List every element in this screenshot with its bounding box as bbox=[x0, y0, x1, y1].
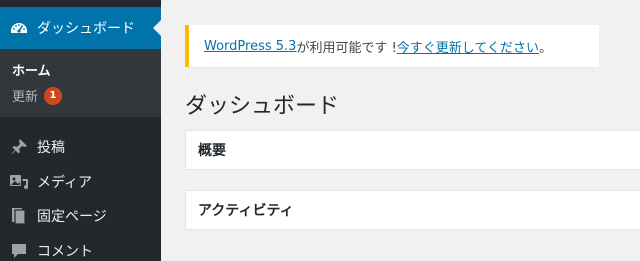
sidebar-item-label: ダッシュボード bbox=[37, 21, 135, 37]
media-icon bbox=[9, 172, 29, 192]
update-now-link[interactable]: 今すぐ更新してください bbox=[397, 37, 539, 56]
pushpin-icon bbox=[9, 137, 29, 157]
sidebar-item-posts[interactable]: 投稿 bbox=[0, 130, 161, 164]
dashboard-gauge-icon bbox=[9, 18, 29, 38]
admin-sidebar: ダッシュボード ホーム 更新 1 投稿 メディア 固定ページ コメント bbox=[0, 0, 161, 261]
notice-text: が利用可能です ! bbox=[296, 40, 397, 56]
submenu-item-updates[interactable]: 更新 1 bbox=[12, 86, 63, 105]
notice-end: 。 bbox=[539, 40, 553, 56]
dashboard-submenu: ホーム 更新 1 bbox=[0, 49, 161, 117]
wordpress-version-link[interactable]: WordPress 5.3 bbox=[204, 39, 296, 54]
widget-title: アクティビティ bbox=[198, 203, 294, 219]
sidebar-item-label: コメント bbox=[37, 244, 93, 260]
overview-widget[interactable]: 概要 bbox=[185, 130, 640, 170]
comment-icon bbox=[9, 241, 29, 261]
widget-title: 概要 bbox=[198, 143, 226, 159]
sidebar-item-pages[interactable]: 固定ページ bbox=[0, 199, 161, 233]
submenu-item-home[interactable]: ホーム bbox=[12, 60, 51, 79]
pages-icon bbox=[9, 206, 29, 226]
sidebar-item-comments[interactable]: コメント bbox=[0, 234, 161, 261]
activity-widget[interactable]: アクティビティ bbox=[185, 190, 640, 230]
sidebar-item-dashboard[interactable]: ダッシュボード bbox=[0, 7, 161, 49]
sidebar-item-label: 投稿 bbox=[37, 140, 65, 156]
page-title: ダッシュボード bbox=[185, 94, 340, 119]
sidebar-item-media[interactable]: メディア bbox=[0, 165, 161, 199]
update-notice: WordPress 5.3 が利用可能です ! 今すぐ更新してください。 bbox=[185, 25, 599, 67]
sidebar-item-label: メディア bbox=[37, 175, 93, 191]
update-count-badge: 1 bbox=[44, 86, 63, 105]
submenu-item-label: 更新 bbox=[12, 90, 39, 105]
sidebar-item-label: 固定ページ bbox=[37, 209, 107, 225]
